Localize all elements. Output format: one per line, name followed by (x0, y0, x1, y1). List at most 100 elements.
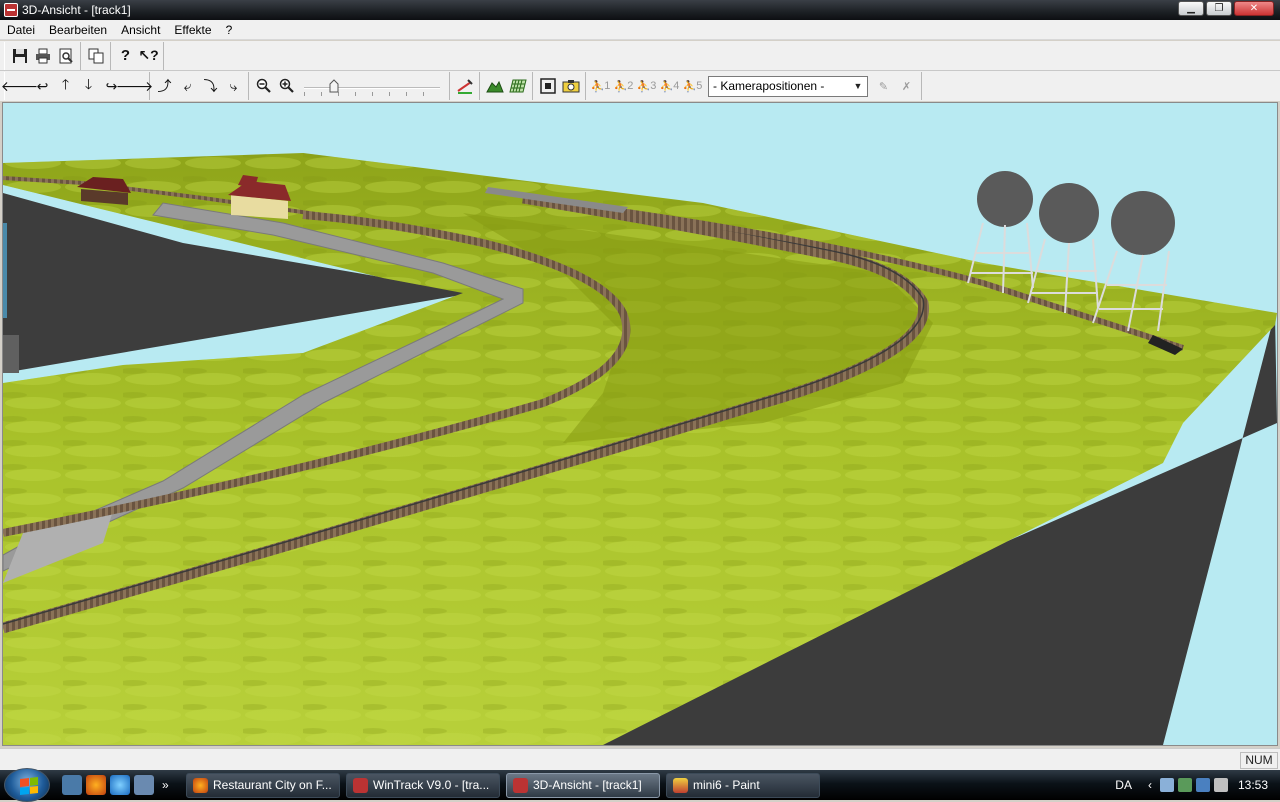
connection-icon[interactable] (1195, 778, 1210, 792)
floppy-icon (12, 48, 27, 63)
tilt-left-icon: ⤶ (183, 77, 192, 94)
3d-scene (3, 103, 1277, 745)
tilt-left-button[interactable]: ⤶ (176, 75, 199, 97)
tilt-down-button[interactable]: ⤵ (199, 75, 222, 97)
camera-button[interactable] (559, 75, 582, 97)
camera-person-icon: ⛹ (613, 80, 628, 93)
task-label: WinTrack V9.0 - [tra... (373, 778, 490, 792)
fit-view-button[interactable] (536, 75, 559, 97)
copy-icon (88, 48, 103, 63)
printer-icon (35, 48, 50, 63)
copy-button[interactable] (84, 45, 107, 67)
show-desktop-icon[interactable] (62, 775, 82, 795)
task-3d-ansicht[interactable]: 3D-Ansicht - [track1] (506, 773, 660, 798)
move-left-button[interactable]: 🡐 (1, 75, 39, 97)
tilt-down-icon: ⤵ (203, 78, 218, 94)
camera-person-icon: ⛹ (659, 80, 674, 93)
quick-launch-more-icon[interactable]: » (162, 778, 169, 792)
tray-expand-icon[interactable]: ‹ (1148, 778, 1152, 792)
print-button[interactable] (31, 45, 54, 67)
wintrack-icon (513, 778, 528, 793)
task-paint[interactable]: mini6 - Paint (666, 773, 820, 798)
clock[interactable]: 13:53 (1238, 778, 1268, 792)
menu-effekte[interactable]: Effekte (167, 20, 218, 40)
camera-slot-1-button[interactable]: ⛹ 1 (589, 75, 612, 97)
zoom-out-button[interactable] (252, 75, 275, 97)
chevron-down-icon[interactable]: ▼ (850, 78, 866, 95)
save-button[interactable] (8, 45, 31, 67)
zoom-in-button[interactable] (275, 75, 298, 97)
title-bar: 3D-Ansicht - [track1] ▁ ❐ ✕ (0, 0, 1280, 20)
task-label: 3D-Ansicht - [track1] (533, 778, 642, 792)
move-down-button[interactable]: 🡓 (77, 75, 100, 97)
zoom-slider[interactable] (304, 75, 440, 97)
camera-slot-1-label: 1 (604, 80, 611, 92)
landscape-tools (480, 72, 533, 100)
restore-button[interactable]: ❐ (1206, 1, 1232, 16)
app-icon (4, 3, 18, 17)
volume-icon[interactable] (1213, 778, 1228, 792)
window-controls: ▁ ❐ ✕ (1178, 1, 1274, 16)
print-preview-icon (59, 48, 73, 63)
help-button[interactable]: ? (114, 45, 137, 67)
camera-save-icon: ✎ (878, 80, 889, 93)
terrain-button[interactable] (483, 75, 506, 97)
turn-left-icon: ↩ (36, 77, 49, 94)
camera-slot-4-label: 4 (673, 80, 680, 92)
camera-delete-icon: ✗ (901, 80, 912, 93)
firefox-icon[interactable] (86, 775, 106, 795)
camera-person-icon: ⛹ (590, 80, 605, 93)
camera-position-select[interactable]: - Kamerapositionen - ▼ (708, 75, 868, 97)
zoom-out-icon (256, 78, 271, 93)
camera-slot-5-button[interactable]: ⛹ 5 (681, 75, 704, 97)
print-preview-button[interactable] (54, 45, 77, 67)
camera-person-icon: ⛹ (636, 80, 651, 93)
menu-ansicht[interactable]: Ansicht (114, 20, 167, 40)
3d-viewport[interactable] (2, 102, 1278, 746)
track-edit-button[interactable] (453, 75, 476, 97)
network-icon[interactable] (1159, 778, 1174, 792)
menu-bearbeiten[interactable]: Bearbeiten (42, 20, 114, 40)
grid-button[interactable] (506, 75, 529, 97)
start-button[interactable] (4, 768, 50, 802)
context-help-button[interactable]: ↖? (137, 45, 160, 67)
camera-tools (533, 72, 586, 100)
track-pencil-icon (456, 79, 473, 94)
num-lock-indicator: NUM (1240, 752, 1278, 769)
camera-position-tools: ⛹ 1 ⛹ 2 ⛹ 3 ⛹ 4 ⛹ 5 - Kamerapositionen - ▼ ✎ … (586, 72, 922, 100)
help-tools: ? ↖? (111, 41, 164, 70)
context-help-icon: ↖? (138, 47, 159, 63)
camera-slot-3-button[interactable]: ⛹ 3 (635, 75, 658, 97)
arrow-up-icon: 🡑 (61, 76, 70, 92)
wintrack-icon (353, 778, 368, 793)
switch-windows-icon[interactable] (134, 775, 154, 795)
camera-icon (562, 80, 579, 93)
edit-tools (81, 41, 111, 70)
slider-track (304, 87, 440, 89)
camera-save-button[interactable]: ✎ (872, 75, 895, 97)
tilt-tools: ⤴ ⤶ ⤵ ⤷ (150, 72, 249, 100)
internet-explorer-icon[interactable] (110, 775, 130, 795)
task-wintrack[interactable]: WinTrack V9.0 - [tra... (346, 773, 500, 798)
move-up-button[interactable]: 🡑 (54, 75, 77, 97)
camera-delete-button[interactable]: ✗ (895, 75, 918, 97)
menu-help[interactable]: ? (219, 20, 240, 40)
status-bar: NUM (0, 748, 1280, 770)
safely-remove-icon[interactable] (1177, 778, 1192, 792)
turn-left-button[interactable]: ↩ (31, 75, 54, 97)
slider-thumb[interactable] (329, 79, 339, 93)
camera-slot-2-button[interactable]: ⛹ 2 (612, 75, 635, 97)
system-tray: DA ‹ 13:53 (1115, 770, 1280, 800)
tilt-up-button[interactable]: ⤴ (153, 75, 176, 97)
menu-datei[interactable]: Datei (0, 20, 42, 40)
move-right-button[interactable]: 🡒 (116, 75, 154, 97)
task-restaurant-city[interactable]: Restaurant City on F... (186, 773, 340, 798)
camera-slot-4-button[interactable]: ⛹ 4 (658, 75, 681, 97)
main-toolbar: ? ↖? (0, 41, 1280, 71)
minimize-button[interactable]: ▁ (1178, 1, 1204, 16)
track-tools (450, 72, 480, 100)
language-indicator[interactable]: DA (1115, 778, 1132, 792)
close-button[interactable]: ✕ (1234, 1, 1274, 16)
tilt-right-button[interactable]: ⤷ (222, 75, 245, 97)
taskbar: » Restaurant City on F... WinTrack V9.0 … (0, 768, 1280, 802)
